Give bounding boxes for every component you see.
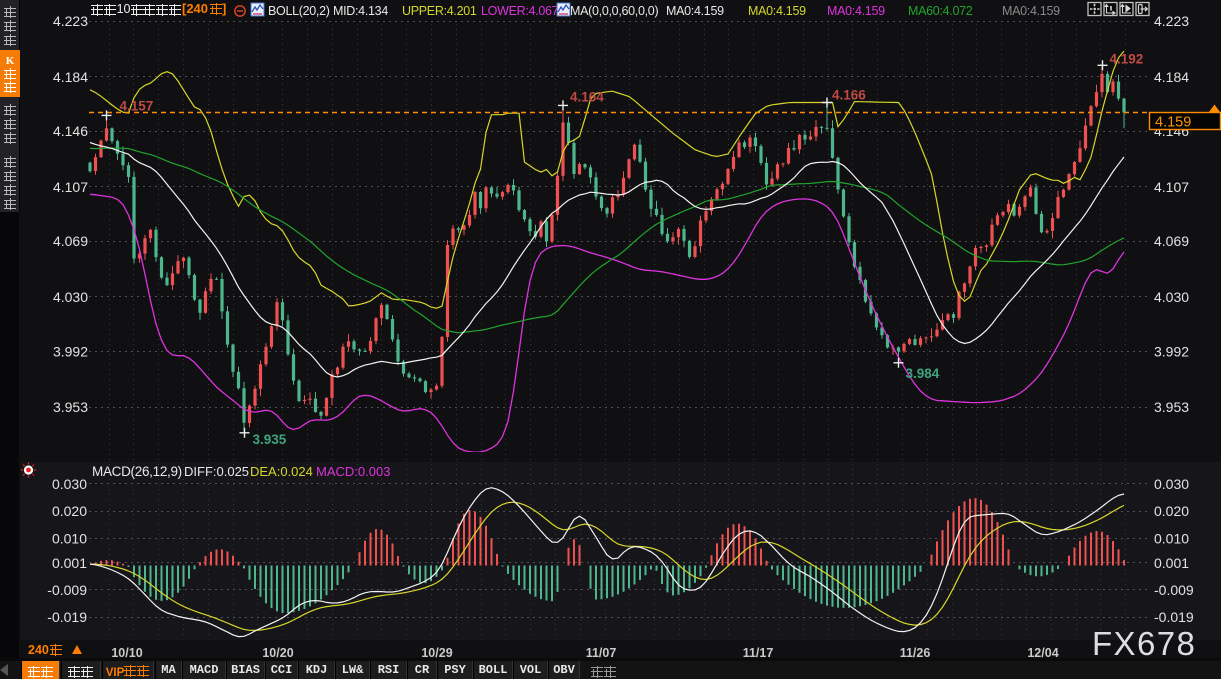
svg-text:BOLL(20,2): BOLL(20,2) xyxy=(268,4,330,18)
svg-text:MA0:4.159: MA0:4.159 xyxy=(827,4,885,18)
svg-text:4.069: 4.069 xyxy=(53,233,88,249)
svg-text:3.984: 3.984 xyxy=(906,366,940,381)
svg-text:4.069: 4.069 xyxy=(1154,233,1189,249)
svg-text:MACD(26,12,9): MACD(26,12,9) xyxy=(92,464,182,479)
svg-text:0.020: 0.020 xyxy=(52,503,87,519)
svg-text:DIFF:0.025: DIFF:0.025 xyxy=(184,464,249,479)
svg-text:DEA:0.024: DEA:0.024 xyxy=(250,464,313,479)
svg-text:3.953: 3.953 xyxy=(53,399,88,415)
svg-text:4.166: 4.166 xyxy=(832,88,866,103)
svg-text:MA(0,0,0,60,0,0): MA(0,0,0,60,0,0) xyxy=(570,4,658,18)
svg-text:0.020: 0.020 xyxy=(1154,503,1189,519)
svg-text:0.030: 0.030 xyxy=(1154,476,1189,492)
svg-text:0.030: 0.030 xyxy=(52,476,87,492)
svg-text:3.953: 3.953 xyxy=(1154,399,1189,415)
svg-text:4.107: 4.107 xyxy=(1154,179,1189,195)
svg-text:3.992: 3.992 xyxy=(53,343,88,359)
svg-text:4.192: 4.192 xyxy=(1110,51,1144,66)
svg-text:4.157: 4.157 xyxy=(120,98,154,113)
svg-text:-0.009: -0.009 xyxy=(47,582,87,598)
svg-text:-0.019: -0.019 xyxy=(47,609,87,625)
svg-text:4.159: 4.159 xyxy=(1155,115,1191,131)
svg-text:MA0:4.159: MA0:4.159 xyxy=(748,4,806,18)
svg-text:0.010: 0.010 xyxy=(1154,530,1189,546)
svg-text:MACD:0.003: MACD:0.003 xyxy=(316,464,390,479)
svg-text:MA0:4.159: MA0:4.159 xyxy=(666,4,724,18)
svg-text:4.223: 4.223 xyxy=(1154,13,1189,29)
svg-text:0.010: 0.010 xyxy=(52,530,87,546)
svg-text:LOWER:4.067: LOWER:4.067 xyxy=(481,4,559,18)
svg-text:4.164: 4.164 xyxy=(570,89,604,104)
svg-text:0.001: 0.001 xyxy=(52,555,87,571)
svg-text:4.223: 4.223 xyxy=(53,13,88,29)
svg-text:3.935: 3.935 xyxy=(253,432,287,447)
svg-text:4.030: 4.030 xyxy=(53,289,88,305)
svg-text:4.146: 4.146 xyxy=(53,123,88,139)
svg-text:-0.019: -0.019 xyxy=(1154,609,1194,625)
svg-text:FX678: FX678 xyxy=(1092,625,1196,662)
svg-text:MID:4.134: MID:4.134 xyxy=(333,4,388,18)
svg-text:4.107: 4.107 xyxy=(53,179,88,195)
svg-text:MA60:4.072: MA60:4.072 xyxy=(908,4,973,18)
svg-text:UPPER:4.201: UPPER:4.201 xyxy=(402,4,477,18)
svg-text:MA0:4.159: MA0:4.159 xyxy=(1002,4,1060,18)
svg-text:4.030: 4.030 xyxy=(1154,289,1189,305)
svg-text:4.184: 4.184 xyxy=(1154,69,1189,85)
svg-text:3.992: 3.992 xyxy=(1154,343,1189,359)
svg-text:4.184: 4.184 xyxy=(53,69,88,85)
svg-text:0.001: 0.001 xyxy=(1154,555,1189,571)
svg-text:-0.009: -0.009 xyxy=(1154,582,1194,598)
